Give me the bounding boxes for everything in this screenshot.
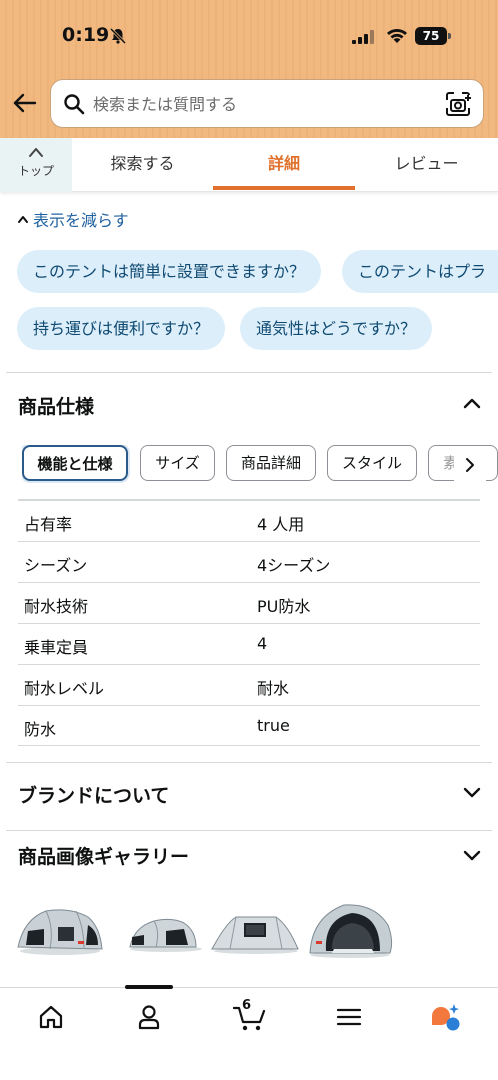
question-chip[interactable]: 持ち運びは便利ですか？ (17, 307, 226, 350)
bell-muted-icon (109, 27, 127, 45)
spec-row: 占有率 4 人用 (18, 500, 480, 541)
search-bar[interactable] (50, 79, 484, 128)
tab-top[interactable]: トップ (0, 138, 72, 192)
tab-top-label: トップ (17, 164, 54, 178)
search-input[interactable] (93, 92, 433, 116)
tab-explore[interactable]: 探索する (72, 138, 213, 192)
section-divider (6, 372, 492, 373)
status-bar: 0:19 75 (0, 22, 498, 52)
spec-value: 耐水 (257, 679, 290, 698)
spec-value: true (257, 716, 290, 735)
header-bar: 0:19 75 (0, 0, 498, 138)
spec-key: 耐水レベル (24, 679, 105, 698)
spec-tab-style[interactable]: スタイル (327, 445, 417, 481)
active-nav-indicator (125, 985, 173, 989)
battery-icon: 75 (415, 27, 451, 45)
rufus-assistant-icon[interactable] (430, 1002, 460, 1032)
question-chip[interactable]: このテントはプラ (342, 250, 498, 293)
spec-value: 4 (257, 634, 268, 653)
brand-section-title[interactable]: ブランドについて (18, 781, 169, 808)
home-icon[interactable] (36, 1002, 66, 1032)
spec-value: 4シーズン (257, 556, 331, 575)
chevron-up-icon (29, 148, 43, 157)
spec-category-tabs: 機能と仕様 サイズ 商品詳細 スタイル 素材 (22, 445, 498, 483)
spec-row: 乗車定員 4 (18, 623, 480, 664)
question-chip[interactable]: このテントは簡単に設置できますか？ (17, 250, 322, 293)
show-less-link[interactable]: 表示を減らす (17, 207, 129, 231)
search-icon (64, 94, 85, 115)
chevron-down-icon[interactable] (462, 786, 482, 800)
spec-row: 耐水技術 PU防水 (18, 582, 480, 623)
spec-key: シーズン (24, 556, 88, 575)
spec-row: シーズン 4シーズン (18, 541, 480, 582)
tent-image[interactable] (14, 897, 104, 961)
menu-icon[interactable] (334, 1002, 364, 1032)
cart-count: 6 (242, 998, 252, 1013)
cart-button[interactable]: 6 (232, 998, 268, 1032)
spec-tab-features[interactable]: 機能と仕様 (22, 445, 128, 481)
tent-image[interactable] (304, 897, 394, 961)
spec-key: 防水 (24, 720, 57, 739)
tab-reviews[interactable]: レビュー (355, 138, 498, 192)
spec-row: 防水 true (18, 705, 480, 746)
chevron-up-icon[interactable] (462, 396, 482, 410)
tent-image[interactable] (210, 897, 300, 961)
account-icon[interactable] (134, 1002, 164, 1032)
question-chip[interactable]: 通気性はどうですか？ (240, 307, 433, 350)
chevron-up-icon (18, 216, 28, 223)
wifi-icon (387, 29, 407, 43)
active-tab-indicator (213, 186, 355, 190)
spec-tab-product-details[interactable]: 商品詳細 (226, 445, 316, 481)
camera-search-icon[interactable] (445, 91, 471, 117)
battery-level: 75 (415, 27, 447, 45)
back-arrow-icon[interactable] (12, 90, 38, 116)
chevron-right-icon (466, 458, 474, 472)
tent-image[interactable] (120, 897, 210, 961)
page-tabs: トップ 探索する 詳細 レビュー (0, 138, 498, 192)
show-less-label: 表示を減らす (33, 211, 129, 230)
spec-tabs-scroll-right[interactable] (454, 447, 486, 483)
section-divider (6, 830, 492, 831)
status-time: 0:19 (62, 24, 110, 46)
spec-value: PU防水 (257, 597, 311, 616)
spec-tab-size[interactable]: サイズ (140, 445, 215, 481)
spec-key: 占有率 (24, 515, 73, 534)
spec-row: 耐水レベル 耐水 (18, 664, 480, 705)
spec-key: 乗車定員 (24, 638, 89, 657)
spec-key: 耐水技術 (24, 597, 89, 616)
tab-details[interactable]: 詳細 (213, 138, 355, 192)
chevron-down-icon[interactable] (462, 849, 482, 863)
specs-section-title[interactable]: 商品仕様 (18, 392, 94, 419)
bottom-navigation: 6 (0, 985, 498, 1080)
cellular-signal-icon (352, 30, 374, 44)
spec-value: 4 人用 (257, 515, 305, 534)
gallery-section-title[interactable]: 商品画像ギャラリー (18, 842, 189, 869)
section-divider (6, 762, 492, 763)
